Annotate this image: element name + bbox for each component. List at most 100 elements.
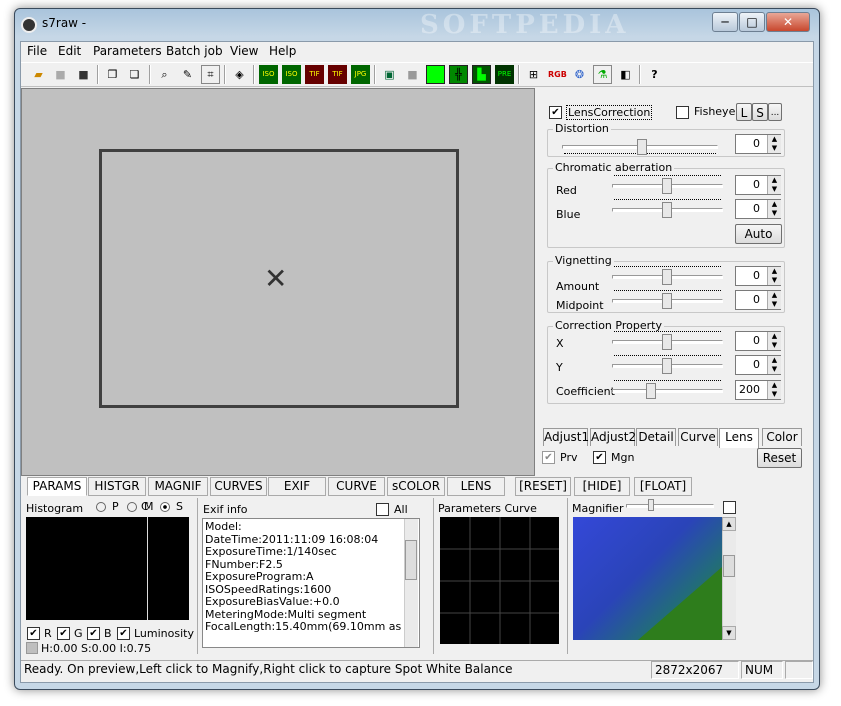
luminosity-checkbox[interactable]: ✔ — [117, 627, 130, 640]
lens-correction-checkbox[interactable]: ✔ — [549, 106, 562, 119]
title-bar[interactable] — [18, 12, 814, 38]
tab-magnif[interactable]: MAGNIF — [148, 477, 208, 496]
scroll-down-icon[interactable]: ▼ — [722, 626, 736, 640]
fisheye-checkbox[interactable] — [676, 106, 689, 119]
picker-icon[interactable]: ✎ — [178, 65, 197, 84]
red-spin-icon[interactable]: ▲ ▼ — [767, 176, 781, 194]
amount-slider[interactable] — [610, 266, 725, 288]
gray-icon[interactable]: ■ — [403, 65, 422, 84]
prv-checkbox[interactable]: ✔ — [542, 451, 555, 464]
g-checkbox[interactable]: ✔ — [57, 627, 70, 640]
menu-parameters[interactable]: Parameters — [93, 44, 162, 58]
help-icon[interactable]: ? — [645, 65, 664, 84]
radio-p[interactable] — [96, 502, 106, 512]
stack-icon[interactable]: ◈ — [230, 65, 249, 84]
tab-exif[interactable]: EXIF — [268, 477, 326, 496]
grid-green-icon[interactable]: ╬ — [449, 65, 468, 84]
pre-icon[interactable]: PRE — [495, 65, 514, 84]
float-tab-button[interactable]: [FLOAT] — [634, 477, 692, 496]
magnifier-scrollbar[interactable] — [722, 517, 736, 640]
midpoint-slider[interactable] — [610, 290, 725, 312]
tab-adjust1[interactable]: Adjust1 — [543, 428, 589, 446]
close-button[interactable]: ✕ — [766, 12, 810, 32]
tab-lens-bottom[interactable]: LENS — [447, 477, 505, 496]
y-slider[interactable] — [610, 355, 725, 377]
x-slider[interactable] — [610, 331, 725, 353]
more-button[interactable]: ... — [768, 103, 782, 121]
scroll-up-icon[interactable]: ▲ — [722, 517, 736, 531]
minimize-button[interactable]: ─ — [712, 12, 738, 32]
app-icon[interactable] — [21, 17, 37, 33]
iso-icon[interactable]: ISO — [259, 65, 278, 84]
params-curve-canvas[interactable] — [440, 517, 559, 644]
paste-icon[interactable]: ❏ — [125, 65, 144, 84]
s-button[interactable]: S — [752, 103, 768, 121]
copy-icon[interactable]: ❐ — [103, 65, 122, 84]
crop-icon[interactable]: ⌗ — [201, 65, 220, 84]
blue-spin-icon[interactable]: ▲ ▼ — [767, 200, 781, 218]
tab-curve-bottom[interactable]: CURVE — [328, 477, 385, 496]
save-icon[interactable]: ■ — [74, 65, 93, 84]
tab-detail[interactable]: Detail — [636, 428, 676, 446]
tab-histgr[interactable]: HISTGR — [88, 477, 146, 496]
reset-tab-button[interactable]: [RESET] — [515, 477, 571, 496]
l-button[interactable]: L — [736, 103, 752, 121]
magic-icon[interactable]: ⚗ — [593, 65, 612, 84]
prv-label: Prv — [560, 451, 578, 464]
radio-c[interactable] — [127, 502, 137, 512]
open-icon[interactable]: ▰ — [29, 65, 48, 84]
grid-icon[interactable]: ⊞ — [524, 65, 543, 84]
tab-curves[interactable]: CURVES — [210, 477, 267, 496]
distortion-spin-icon[interactable]: ▲ ▼ — [767, 135, 781, 153]
green-square-icon[interactable] — [426, 65, 445, 84]
magnifier-slider[interactable] — [624, 499, 716, 513]
menu-edit[interactable]: Edit — [58, 44, 81, 58]
split-icon[interactable]: ▙ — [472, 65, 491, 84]
save-disabled-icon[interactable]: ■ — [51, 65, 70, 84]
coefficient-spin-icon[interactable]: ▲ ▼ — [767, 381, 781, 399]
color-circles-icon[interactable]: ❂ — [570, 65, 589, 84]
x-spin-icon[interactable]: ▲ ▼ — [767, 332, 781, 350]
red-slider[interactable] — [610, 175, 725, 197]
amount-spin-icon[interactable]: ▲ ▼ — [767, 267, 781, 285]
menu-help[interactable]: Help — [269, 44, 296, 58]
midpoint-spin-icon[interactable]: ▲ ▼ — [767, 291, 781, 309]
exif-scrollbar[interactable] — [404, 519, 418, 647]
status-num: NUM — [741, 661, 783, 679]
tab-lens[interactable]: Lens — [719, 428, 759, 448]
exif-scroll-thumb[interactable] — [405, 540, 417, 580]
blue-slider[interactable] — [610, 199, 725, 221]
tab-adjust2[interactable]: Adjust2 — [590, 428, 636, 446]
tab-color[interactable]: Color — [762, 428, 802, 446]
distortion-slider[interactable] — [560, 136, 720, 158]
all-checkbox[interactable] — [376, 503, 389, 516]
menu-batch-job[interactable]: Batch job — [166, 44, 223, 58]
menu-view[interactable]: View — [230, 44, 258, 58]
iso16-icon[interactable]: ISO — [282, 65, 301, 84]
menu-file[interactable]: File — [27, 44, 47, 58]
tab-curve[interactable]: Curve — [678, 428, 718, 446]
rgb-icon[interactable]: RGB — [547, 65, 567, 84]
r-checkbox[interactable]: ✔ — [27, 627, 40, 640]
auto-button[interactable]: Auto — [735, 224, 782, 244]
hide-tab-button[interactable]: [HIDE] — [574, 477, 630, 496]
magnifier-checkbox[interactable] — [723, 501, 736, 514]
reset-button[interactable]: Reset — [757, 448, 802, 468]
tiff-icon[interactable]: TIF — [305, 65, 324, 84]
radio-s[interactable] — [160, 502, 170, 512]
magnifier-canvas[interactable] — [573, 517, 722, 640]
tiff16-icon[interactable]: TIF — [328, 65, 347, 84]
coefficient-slider[interactable] — [610, 380, 725, 402]
maximize-button[interactable]: □ — [739, 12, 765, 32]
tab-params[interactable]: PARAMS — [27, 477, 87, 496]
y-spin-icon[interactable]: ▲ ▼ — [767, 356, 781, 374]
b-checkbox[interactable]: ✔ — [87, 627, 100, 640]
layers-icon[interactable]: ▣ — [380, 65, 399, 84]
jpg-icon[interactable]: JPG — [351, 65, 370, 84]
radio-s-label: S — [176, 500, 183, 513]
compare-icon[interactable]: ◧ — [616, 65, 635, 84]
tab-scolor[interactable]: sCOLOR — [387, 477, 445, 496]
magnifier-scroll-thumb[interactable] — [723, 555, 735, 577]
zoom-icon[interactable]: ⌕ — [155, 65, 174, 84]
mgn-checkbox[interactable]: ✔ — [593, 451, 606, 464]
